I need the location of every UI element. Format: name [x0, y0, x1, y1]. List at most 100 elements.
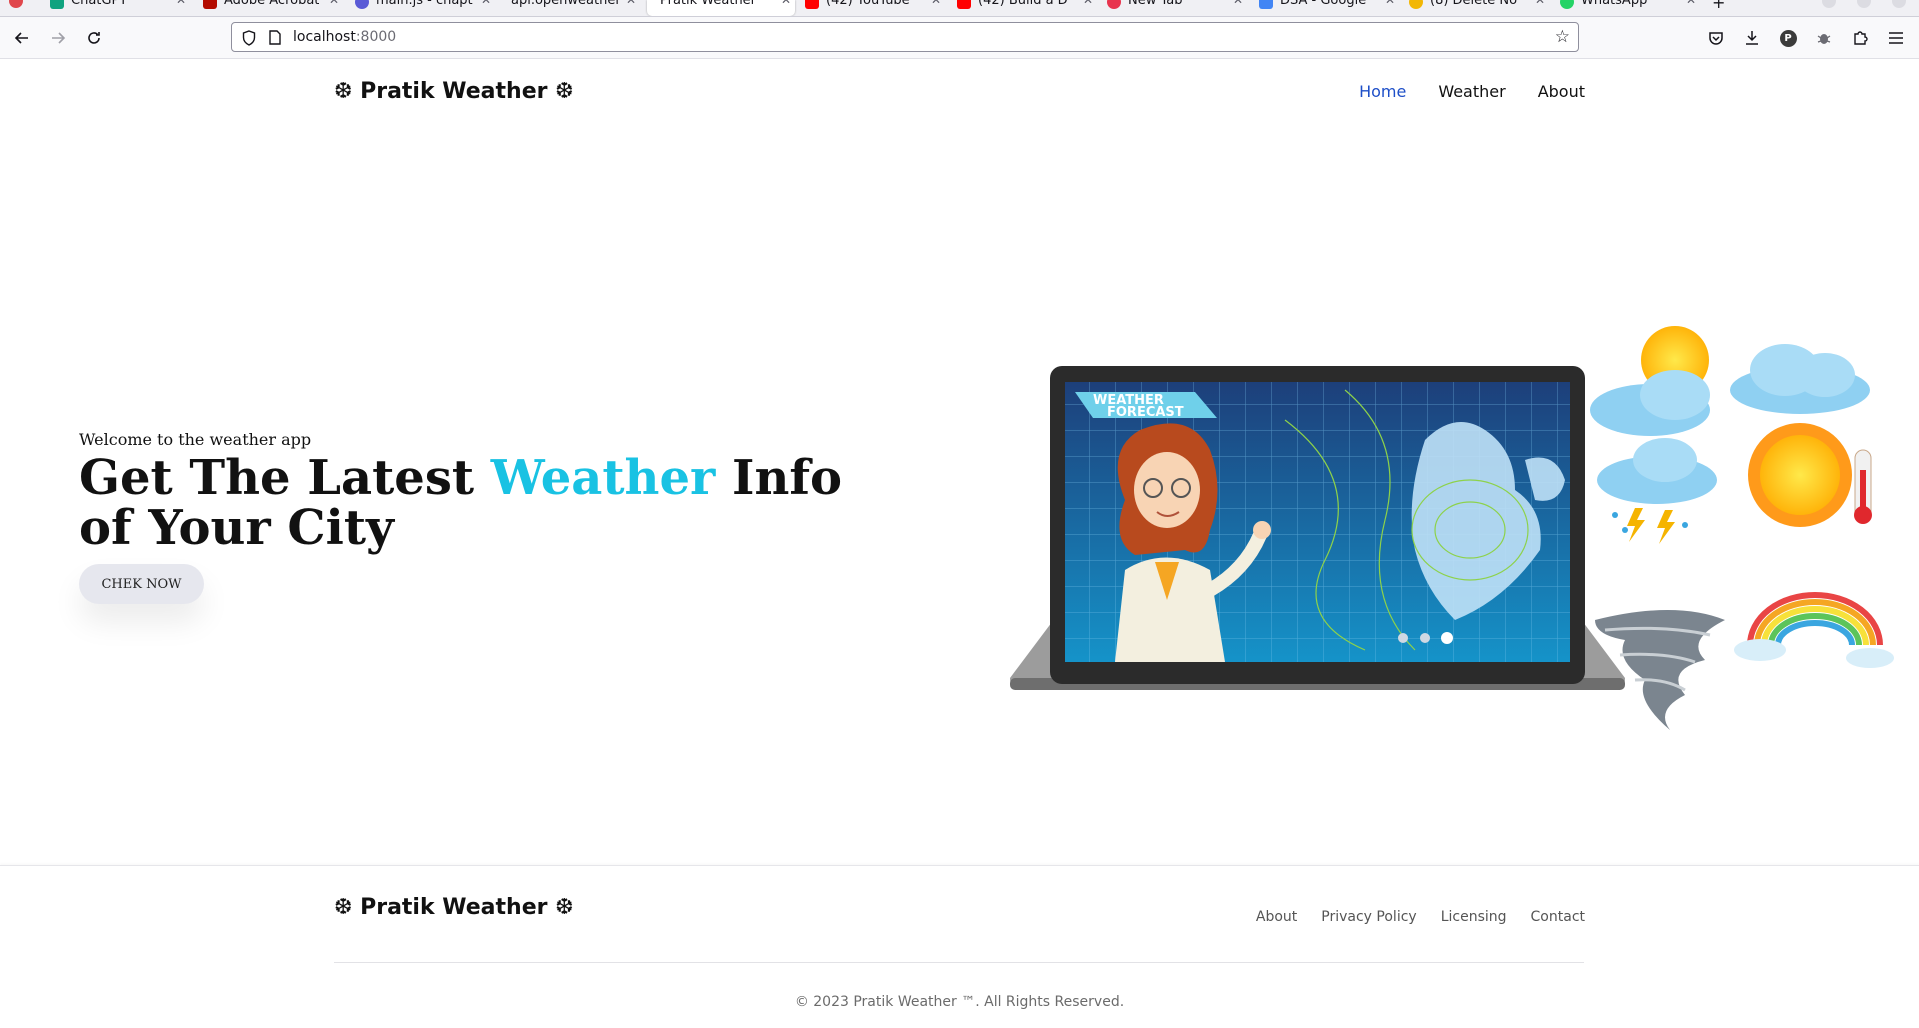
page-content: ❆ Pratik Weather ❆ Home Weather About We…: [0, 60, 1919, 1028]
tab-dsa-google[interactable]: DSA - Google ✕: [1259, 0, 1399, 16]
site-nav: Home Weather About: [1359, 82, 1585, 101]
downloads-button[interactable]: [1740, 26, 1764, 50]
tab-mainjs[interactable]: main.js - chapt ✕: [355, 0, 495, 16]
hero-title: Get The Latest Weather Info of Your City: [79, 453, 899, 553]
tab-label: Adobe Acrobat: [224, 0, 320, 8]
check-now-button[interactable]: CHEK NOW: [79, 564, 204, 604]
nav-link-weather[interactable]: Weather: [1438, 82, 1505, 101]
tab-close-icon[interactable]: ✕: [1233, 0, 1243, 7]
tab-label: (8) Delete No: [1430, 0, 1518, 8]
back-button[interactable]: [8, 24, 36, 52]
url-port: :8000: [355, 29, 397, 45]
sun-icon: [1748, 423, 1872, 527]
tab-close-icon[interactable]: ✕: [1686, 0, 1696, 7]
tab-youtube[interactable]: (42) YouTube ✕: [805, 0, 945, 16]
hero-title-accent: Weather: [490, 450, 716, 506]
tab-chatgpt[interactable]: ChatGPT ✕: [50, 0, 190, 16]
whatsapp-favicon-icon: [1560, 0, 1574, 9]
tab-close-icon[interactable]: ✕: [1083, 0, 1093, 7]
nav-link-about[interactable]: About: [1538, 82, 1585, 101]
newtab-favicon-icon: [1107, 0, 1121, 9]
browser-toolbar: localhost:8000 ☆ P: [0, 17, 1919, 59]
tab-close-icon[interactable]: ✕: [481, 0, 491, 7]
footer-link-contact[interactable]: Contact: [1531, 909, 1585, 925]
footer-logo[interactable]: ❆ Pratik Weather ❆: [334, 895, 574, 920]
blank-favicon-icon: [500, 0, 504, 9]
tab-label: New Tab: [1128, 0, 1183, 8]
page-icon[interactable]: [269, 30, 281, 45]
forward-button[interactable]: [44, 24, 72, 52]
pocket-button[interactable]: [1704, 26, 1728, 50]
tab-label: DSA - Google: [1280, 0, 1367, 8]
carousel-dot-active: [1441, 632, 1453, 644]
tab-close-icon[interactable]: ✕: [1535, 0, 1545, 7]
tab-new-tab[interactable]: New Tab ✕: [1107, 0, 1247, 16]
tab-label: ChatGPT: [71, 0, 128, 8]
footer-links: About Privacy Policy Licensing Contact: [1256, 909, 1585, 925]
tab-favicon-icon: [1409, 0, 1423, 9]
tab-close-icon[interactable]: ✕: [329, 0, 339, 7]
tab-label: (42) Build a D: [978, 0, 1068, 8]
chatgpt-favicon-icon: [50, 0, 64, 9]
maximize-window-button[interactable]: [1857, 0, 1871, 8]
weather-forecast-illustration: WEATHER FORECAST: [1010, 326, 1894, 730]
tab-pratik-weather[interactable]: Pratik Weather ✕: [647, 0, 795, 16]
rain-thunder-icon: [1597, 438, 1717, 544]
minimize-window-button[interactable]: [1822, 0, 1836, 8]
acrobat-favicon-icon: [203, 0, 217, 9]
nav-link-home[interactable]: Home: [1359, 82, 1406, 101]
menu-button[interactable]: [1884, 26, 1908, 50]
hero-welcome-text: Welcome to the weather app: [79, 430, 312, 449]
blank-favicon-icon: [647, 0, 653, 9]
github-favicon-icon: [355, 0, 369, 9]
tab-adobe[interactable]: Adobe Acrobat ✕: [203, 0, 343, 16]
tab-label: Pratik Weather: [660, 0, 757, 8]
account-button[interactable]: P: [1776, 26, 1800, 50]
plus-icon: +: [1712, 0, 1726, 12]
window-close-dot[interactable]: [9, 0, 23, 8]
tab-close-icon[interactable]: ✕: [931, 0, 941, 7]
url-text[interactable]: localhost:8000: [293, 29, 396, 45]
footer-link-about[interactable]: About: [1256, 909, 1297, 925]
download-icon: [1746, 31, 1758, 45]
tab-openweather[interactable]: api.openweather ✕: [500, 0, 640, 16]
bookmark-star-icon[interactable]: ☆: [1555, 27, 1570, 47]
tab-whatsapp[interactable]: WhatsApp ✕: [1560, 0, 1700, 16]
footer-link-privacy-policy[interactable]: Privacy Policy: [1321, 909, 1416, 925]
hero-title-part: Get The Latest: [79, 450, 491, 506]
reload-button[interactable]: [80, 24, 108, 52]
bug-extension-icon: [1817, 34, 1831, 44]
site-footer: ❆ Pratik Weather ❆ About Privacy Policy …: [0, 865, 1919, 1028]
back-arrow-icon: [14, 32, 28, 44]
forward-arrow-icon: [52, 32, 66, 44]
tab-label: WhatsApp: [1581, 0, 1648, 8]
reload-icon: [88, 32, 100, 44]
tab-close-icon[interactable]: ✕: [1385, 0, 1395, 7]
youtube-favicon-icon: [957, 0, 971, 9]
pocket-icon: [1709, 31, 1723, 45]
tab-close-icon[interactable]: ✕: [781, 0, 791, 7]
youtube-favicon-icon: [805, 0, 819, 9]
tab-close-icon[interactable]: ✕: [626, 0, 636, 7]
google-docs-favicon-icon: [1259, 0, 1273, 9]
site-logo[interactable]: ❆ Pratik Weather ❆: [334, 79, 574, 104]
presenter-hand: [1253, 521, 1271, 539]
tab-youtube-build[interactable]: (42) Build a D ✕: [957, 0, 1097, 16]
tab-label: (42) YouTube: [826, 0, 910, 8]
browser-tab-strip: ChatGPT ✕ Adobe Acrobat ✕ main.js - chap…: [0, 0, 1919, 17]
shield-icon[interactable]: [242, 30, 256, 46]
new-tab-button[interactable]: +: [1712, 0, 1742, 16]
footer-divider: [334, 962, 1584, 963]
close-window-button[interactable]: [1892, 0, 1906, 8]
rainbow-icon: [1734, 592, 1894, 668]
extensions-button[interactable]: [1848, 26, 1872, 50]
tab-close-icon[interactable]: ✕: [176, 0, 186, 7]
puzzle-icon: [1854, 31, 1868, 45]
cloud-icon: [1730, 344, 1870, 414]
tab-delete[interactable]: (8) Delete No ✕: [1409, 0, 1549, 16]
footer-link-licensing[interactable]: Licensing: [1441, 909, 1507, 925]
copyright-text: © 2023 Pratik Weather ™. All Rights Rese…: [794, 994, 1125, 1010]
extension-button[interactable]: [1812, 26, 1836, 50]
url-bar[interactable]: localhost:8000 ☆: [231, 22, 1579, 52]
tab-label: main.js - chapt: [376, 0, 473, 8]
